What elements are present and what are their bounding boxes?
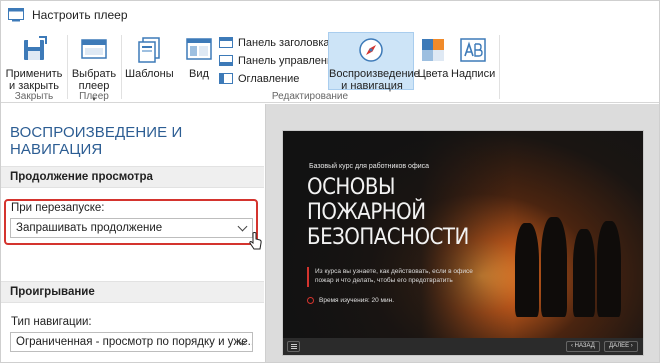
templates-label: Шаблоны xyxy=(125,68,174,80)
settings-panel: ВОСПРОИЗВЕДЕНИЕ И НАВИГАЦИЯ Продолжение … xyxy=(1,104,264,362)
title-panel-button[interactable]: Панель заголовка xyxy=(219,35,330,50)
slide-headline: ОСНОВЫ ПОЖАРНОЙ БЕЗОПАСНОСТИ xyxy=(307,175,469,250)
study-time: Время изучения: 20 мин. xyxy=(307,297,394,304)
view-button[interactable]: Вид xyxy=(179,33,219,80)
clock-icon xyxy=(307,297,314,304)
preview-area: Базовый курс для работников офиса ОСНОВЫ… xyxy=(265,104,659,362)
control-panel-label: Панель управления xyxy=(238,54,340,67)
panel-title: ВОСПРОИЗВЕДЕНИЕ И НАВИГАЦИЯ xyxy=(10,124,183,158)
nav-type-value: Ограниченная - просмотр по порядку и уже… xyxy=(16,336,253,348)
playback-nav-button[interactable]: Воспроизведение и навигация xyxy=(328,32,420,92)
player-window-icon xyxy=(79,35,109,65)
customize-player-window: Настроить плеер Применить и закрыть Закр… xyxy=(0,0,660,363)
captions-label: Надписи xyxy=(451,68,496,80)
title-panel-label: Панель заголовка xyxy=(238,36,330,49)
text-captions-icon xyxy=(458,35,488,65)
playback-nav-label: Воспроизведение и навигация xyxy=(329,68,420,92)
mouse-cursor-icon xyxy=(249,232,262,255)
player-preview: Базовый курс для работников офиса ОСНОВЫ… xyxy=(282,130,644,356)
compass-icon xyxy=(356,35,386,65)
playback-section-header: Проигрывание xyxy=(1,281,264,303)
firefighter-silhouette xyxy=(515,223,539,317)
ribbon-separator xyxy=(67,35,68,99)
colors-button[interactable]: Цвета xyxy=(417,33,449,80)
study-time-label: Время изучения: 20 мин. xyxy=(319,297,395,304)
toc-label: Оглавление xyxy=(238,72,300,85)
firefighter-silhouette xyxy=(597,221,621,317)
firefighter-silhouette xyxy=(541,217,567,317)
control-panel-icon xyxy=(219,55,233,66)
window-title: Настроить плеер xyxy=(32,8,128,22)
save-icon xyxy=(19,35,49,65)
slide-description: Из курса вы узнаете, как действовать, ес… xyxy=(315,268,473,284)
player-control-bar: ‹ НАЗАД ДАЛЕЕ › xyxy=(283,338,643,355)
apply-close-label: Применить и закрыть xyxy=(5,68,63,92)
nav-type-select[interactable]: Ограниченная - просмотр по порядку и уже… xyxy=(10,332,253,352)
captions-button[interactable]: Надписи xyxy=(451,33,495,80)
slide-kicker: Базовый курс для работников офиса xyxy=(309,163,430,170)
ribbon-separator xyxy=(121,35,122,99)
ribbon-separator xyxy=(499,35,500,99)
course-slide: Базовый курс для работников офиса ОСНОВЫ… xyxy=(283,131,643,338)
highlight-frame xyxy=(4,199,258,245)
view-label: Вид xyxy=(189,68,209,80)
color-palette-icon xyxy=(418,35,448,65)
group-player-label: Плеер xyxy=(79,91,109,102)
accent-bar xyxy=(307,267,309,287)
templates-icon xyxy=(134,35,164,65)
toc-icon xyxy=(219,73,233,84)
next-button[interactable]: ДАЛЕЕ › xyxy=(604,341,638,352)
group-edit-label: Редактирование xyxy=(271,91,349,102)
prev-button[interactable]: ‹ НАЗАД xyxy=(566,341,600,352)
firefighter-silhouette xyxy=(573,229,595,317)
ribbon: Применить и закрыть Закрыть Выбрать плее… xyxy=(1,29,659,103)
player-app-icon xyxy=(8,8,24,22)
menu-icon[interactable] xyxy=(287,341,300,352)
templates-button[interactable]: Шаблоны xyxy=(125,33,174,80)
choose-player-label: Выбрать плеер xyxy=(71,68,117,92)
title-bar: Настроить плеер xyxy=(1,1,659,29)
control-panel-button[interactable]: Панель управления xyxy=(219,53,339,68)
resume-section-header: Продолжение просмотра xyxy=(1,166,264,188)
nav-type-label: Тип навигации: xyxy=(11,316,92,328)
toc-button[interactable]: Оглавление xyxy=(219,71,299,86)
title-panel-icon xyxy=(219,37,233,48)
apply-close-button[interactable]: Применить и закрыть xyxy=(5,33,63,92)
group-close-label: Закрыть xyxy=(14,91,54,102)
view-icon xyxy=(184,35,214,65)
colors-label: Цвета xyxy=(417,68,449,80)
